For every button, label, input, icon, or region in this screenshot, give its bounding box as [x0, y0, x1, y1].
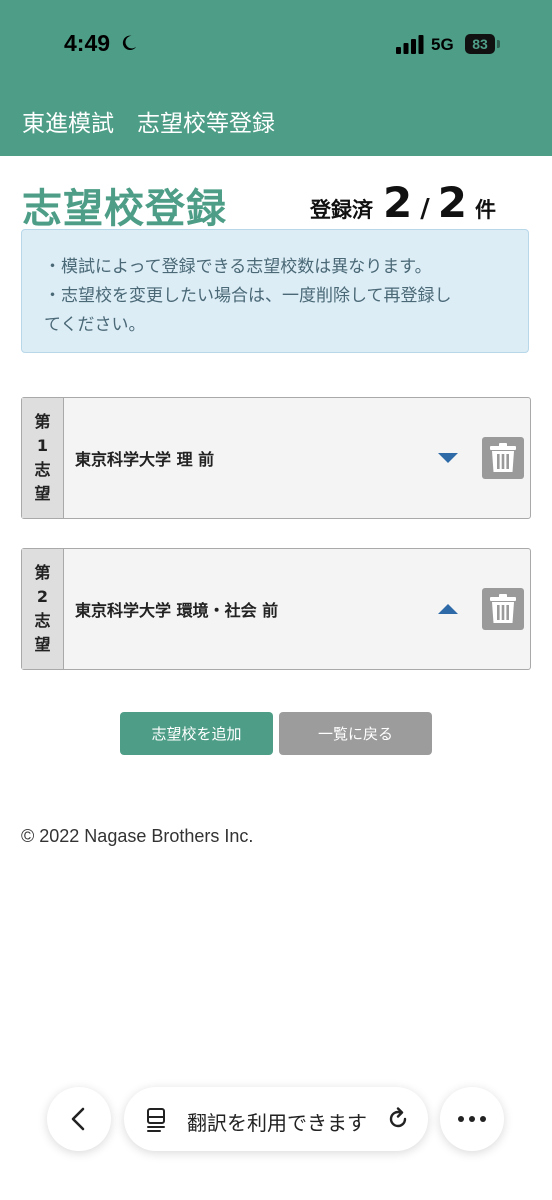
- rank-char: 志: [34, 611, 51, 630]
- move-down-arrow-icon[interactable]: [438, 453, 458, 463]
- app-header: 4:49 5G 83 東進模試 志望校等登録: [0, 0, 552, 156]
- rank-char: 第: [34, 563, 51, 582]
- choice-row-1: 第 1 志 望 東京科学大学 理 前: [21, 397, 531, 519]
- battery-tip: [497, 40, 500, 48]
- count-separator: /: [420, 194, 430, 224]
- network-label: 5G: [431, 35, 454, 54]
- add-school-button[interactable]: 志望校を追加: [120, 712, 273, 755]
- trash-icon: [490, 594, 516, 623]
- trash-icon: [490, 443, 516, 472]
- registration-count: 登録済 2 / 2 件: [310, 178, 496, 227]
- notice-line: ・模試によって登録できる志望校数は異なります。: [44, 257, 432, 277]
- rank-char: 志: [34, 460, 51, 479]
- rank-char: 2: [36, 587, 49, 606]
- notice-box: ・模試によって登録できる志望校数は異なります。 ・志望校を変更したい場合は、一度…: [21, 229, 529, 353]
- status-bar: 4:49 5G 83: [0, 0, 552, 90]
- delete-button[interactable]: [482, 588, 524, 630]
- notice-line: てください。: [44, 315, 146, 335]
- count-max: 2: [437, 178, 467, 227]
- more-dots-icon: [458, 1116, 486, 1122]
- rank-char: 望: [34, 484, 51, 503]
- move-up-arrow-icon[interactable]: [438, 604, 458, 614]
- chevron-left-icon: [71, 1107, 85, 1131]
- battery-icon: 83: [465, 34, 495, 54]
- copyright: © 2022 Nagase Brothers Inc.: [21, 826, 254, 846]
- nav-title: 東進模試 志望校等登録: [22, 111, 275, 137]
- moon-icon: [122, 35, 137, 51]
- delete-button[interactable]: [482, 437, 524, 479]
- translate-prompt[interactable]: 翻訳を利用できます: [187, 1107, 367, 1136]
- rank-char: 望: [34, 635, 51, 654]
- choice-row-2: 第 2 志 望 東京科学大学 環境・社会 前: [21, 548, 531, 670]
- choice-rank-label: 第 2 志 望: [22, 549, 64, 669]
- school-name: 東京科学大学 環境・社会 前: [75, 601, 279, 620]
- school-name: 東京科学大学 理 前: [75, 450, 215, 469]
- rank-char: 1: [36, 436, 49, 455]
- notice-line: ・志望校を変更したい場合は、一度削除して再登録し: [44, 286, 452, 306]
- more-button[interactable]: [440, 1087, 504, 1151]
- back-button[interactable]: [47, 1087, 111, 1151]
- page-menu-icon: [147, 1108, 165, 1132]
- signal-icon: [396, 35, 424, 54]
- address-bar[interactable]: 翻訳を利用できます: [124, 1087, 428, 1151]
- page-title: 志望校登録: [22, 186, 227, 232]
- count-label: 登録済: [310, 198, 373, 222]
- rank-char: 第: [34, 412, 51, 431]
- choice-rank-label: 第 1 志 望: [22, 398, 64, 518]
- reload-icon[interactable]: [386, 1107, 410, 1131]
- back-to-list-button[interactable]: 一覧に戻る: [279, 712, 432, 755]
- count-registered: 2: [383, 178, 413, 227]
- status-time: 4:49: [64, 30, 111, 56]
- count-unit: 件: [474, 198, 496, 222]
